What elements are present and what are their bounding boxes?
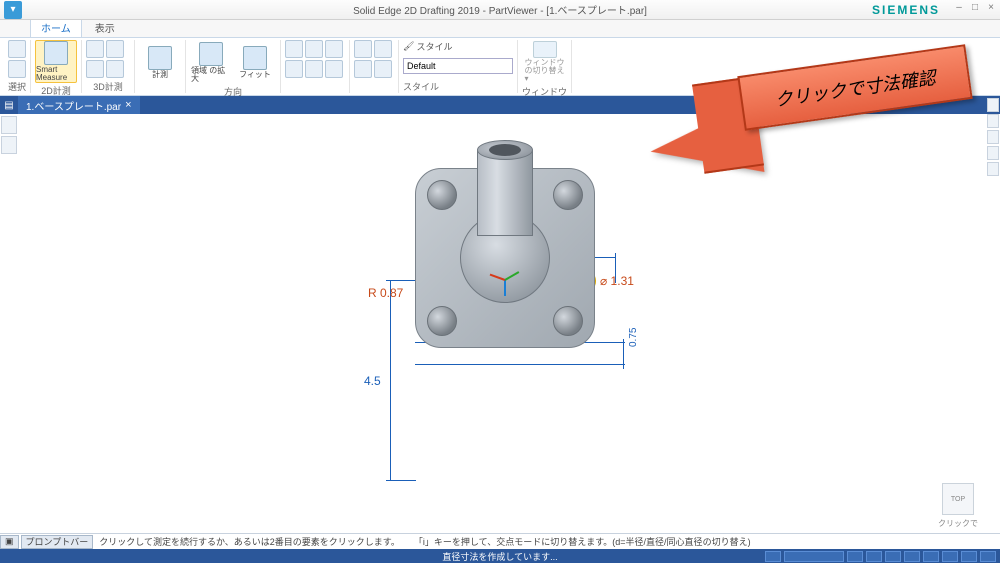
smart-measure-button[interactable]: Smart Measure <box>35 40 77 83</box>
status-btn-5[interactable] <box>904 551 920 562</box>
left-toolbar <box>0 114 18 156</box>
status-btn-4[interactable] <box>885 551 901 562</box>
window-icon <box>533 41 557 58</box>
prompt-bar: ▣ プロンプトバー クリックして測定を続行するか、あるいは2番目の要素をクリック… <box>0 533 1000 549</box>
view-cube[interactable]: TOP <box>942 483 974 515</box>
hole-tr <box>553 180 583 210</box>
brand-logo: SIEMENS <box>872 3 940 17</box>
fit-label: フィット <box>239 71 271 79</box>
view-cube-label[interactable]: クリックで <box>938 518 978 529</box>
status-btn-1[interactable] <box>765 551 781 562</box>
select-arrow-icon[interactable] <box>8 40 26 58</box>
status-btn-9[interactable] <box>980 551 996 562</box>
window-switch-button[interactable]: ウィンドウ の切り替え▾ <box>524 40 566 84</box>
dim-left-line <box>390 280 391 480</box>
measure-area-icon[interactable] <box>86 60 104 78</box>
fit-icon <box>243 46 267 70</box>
fit-button[interactable]: フィット <box>234 40 276 84</box>
dim-left-value: 4.5 <box>364 374 381 388</box>
group-3d-label: 3D計測 <box>93 80 123 93</box>
status-btn-7[interactable] <box>942 551 958 562</box>
dim-left-ext2 <box>386 480 416 481</box>
right-tool-3[interactable] <box>987 130 999 144</box>
zoom-area-button[interactable]: 領域 の拡大 <box>190 40 232 84</box>
style-combo[interactable] <box>403 58 513 74</box>
left-tool-2[interactable] <box>1 136 17 154</box>
group-style-label: スタイル <box>403 80 439 93</box>
maximize-button[interactable]: □ <box>968 2 982 14</box>
status-field[interactable] <box>784 551 844 562</box>
doc-tab-menu[interactable]: ▤ <box>0 96 18 114</box>
view-top-icon[interactable] <box>325 40 343 58</box>
window-switch-label: ウィンドウ の切り替え▾ <box>525 59 565 83</box>
document-tab[interactable]: 1.ベースプレート.par × <box>18 96 140 114</box>
dim-radius-value: R 0.87 <box>368 286 403 300</box>
close-button[interactable]: × <box>984 2 998 14</box>
cube2-icon[interactable] <box>374 40 392 58</box>
zoom-area-label: 領域 の拡大 <box>191 67 231 83</box>
measure-mass-icon[interactable] <box>106 60 124 78</box>
right-tool-5[interactable] <box>987 162 999 176</box>
ribbon-tabs: ホーム 表示 <box>0 20 1000 38</box>
view-triad <box>492 268 522 298</box>
left-tool-1[interactable] <box>1 116 17 134</box>
view-iso-icon[interactable] <box>285 40 303 58</box>
hole-bl <box>427 306 457 336</box>
cube4-icon[interactable] <box>374 60 392 78</box>
smart-measure-icon <box>44 41 68 65</box>
cube-icon[interactable] <box>354 40 372 58</box>
prompt-badge: ▣ <box>0 535 19 549</box>
status-btn-8[interactable] <box>961 551 977 562</box>
axis-y <box>505 271 520 281</box>
keisoku-label: 計測 <box>152 71 168 79</box>
prompt-label: プロンプトバー <box>21 535 94 549</box>
group-orient-label: 方向 <box>224 85 242 98</box>
view-wire-icon[interactable] <box>325 60 343 78</box>
right-tool-2[interactable] <box>987 114 999 128</box>
right-tool-1[interactable] <box>987 98 999 112</box>
view-shade-icon[interactable] <box>305 60 323 78</box>
group-select-label: 選択 <box>8 80 26 93</box>
callout-arrow: クリックで寸法確認 <box>650 60 970 180</box>
dim-dia-value: ⌀ 1.31 <box>600 274 634 288</box>
status-btn-6[interactable] <box>923 551 939 562</box>
tab-home[interactable]: ホーム <box>30 17 82 37</box>
window-title: Solid Edge 2D Drafting 2019 - PartViewer… <box>0 2 1000 17</box>
dim-h-value: 0.75 <box>628 328 639 347</box>
status-message: 直径寸法を作成しています... <box>442 550 557 563</box>
select-tool-icon[interactable] <box>8 60 26 78</box>
hole-tl <box>427 180 457 210</box>
document-tab-close[interactable]: × <box>125 99 131 111</box>
zoom-area-icon <box>199 42 223 66</box>
status-btn-2[interactable] <box>847 551 863 562</box>
hole-br <box>553 306 583 336</box>
dim-h-ext2 <box>415 364 625 365</box>
document-tab-label: 1.ベースプレート.par <box>26 98 121 113</box>
status-bar: 直径寸法を作成しています... <box>0 549 1000 563</box>
part-model[interactable] <box>405 158 605 358</box>
view-right-icon[interactable] <box>285 60 303 78</box>
measure-angle-icon[interactable] <box>106 40 124 58</box>
keisoku-button[interactable]: 計測 <box>139 40 181 84</box>
axis-x <box>490 274 506 281</box>
right-tool-4[interactable] <box>987 146 999 160</box>
prompt-msg1: クリックして測定を続行するか、あるいは2番目の要素をクリックします。 <box>99 535 400 548</box>
keisoku-icon <box>148 46 172 70</box>
paint-icon: 🖌 <box>403 41 414 52</box>
prompt-msg2: 「i」キーを押して、交点モードに切り替えます。(d=半径/直径/同心直径の切り替… <box>414 535 751 548</box>
title-bar: ▾ Solid Edge 2D Drafting 2019 - PartView… <box>0 0 1000 20</box>
minimize-button[interactable]: – <box>952 2 966 14</box>
style-caption: スタイル <box>416 40 452 53</box>
right-toolbar <box>986 96 1000 178</box>
status-btn-3[interactable] <box>866 551 882 562</box>
cylinder-bore <box>489 144 521 156</box>
view-front-icon[interactable] <box>305 40 323 58</box>
measure-dist-icon[interactable] <box>86 40 104 58</box>
cube3-icon[interactable] <box>354 60 372 78</box>
axis-z <box>504 280 506 296</box>
smart-measure-label: Smart Measure <box>36 66 76 82</box>
callout-text: クリックで寸法確認 <box>773 63 937 111</box>
group-window-label: ウィンドウ <box>522 85 567 98</box>
tab-view[interactable]: 表示 <box>84 17 126 37</box>
